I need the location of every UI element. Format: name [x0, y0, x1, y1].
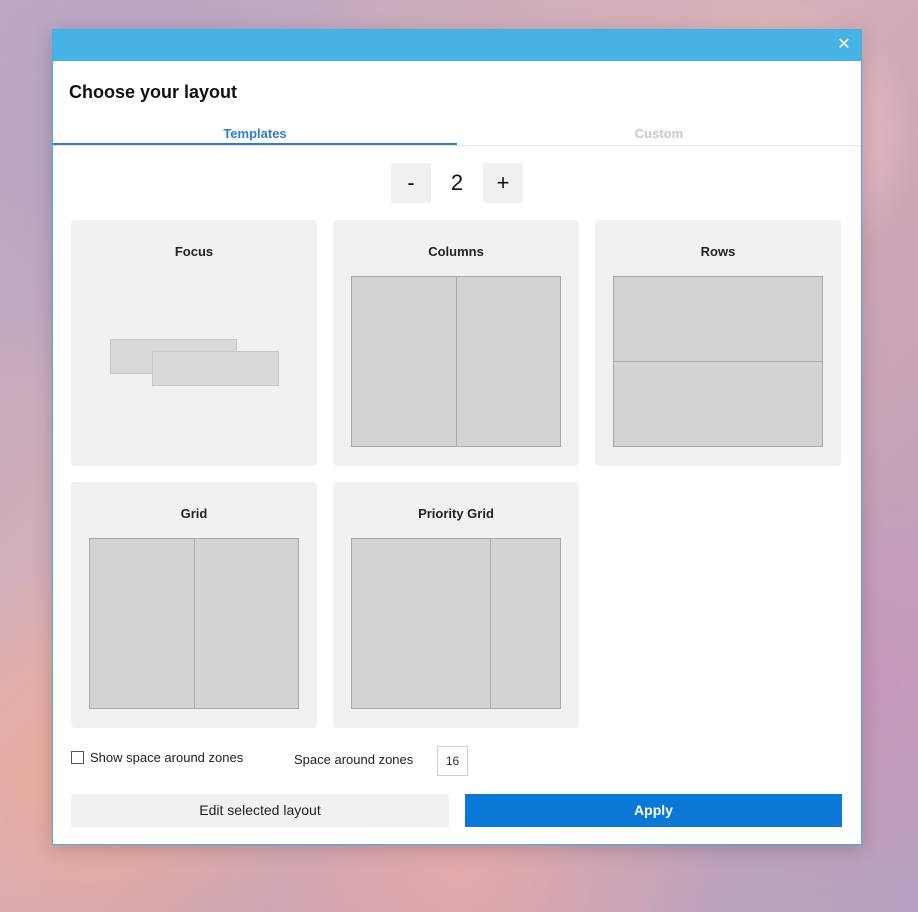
layout-preview: [351, 538, 561, 709]
template-priority-grid[interactable]: Priority Grid: [333, 482, 579, 728]
close-icon[interactable]: ✕: [833, 34, 855, 56]
space-around-zones-input[interactable]: 16: [437, 746, 468, 776]
show-space-label: Show space around zones: [90, 750, 244, 765]
increment-button[interactable]: +: [483, 163, 523, 203]
layout-preview: [613, 276, 823, 447]
zone: [614, 361, 822, 446]
dialog-heading: Choose your layout: [69, 82, 238, 102]
zone: [352, 539, 490, 708]
tab-custom[interactable]: Custom: [457, 124, 861, 145]
zone: [90, 539, 194, 708]
template-rows[interactable]: Rows: [595, 220, 841, 466]
template-grid[interactable]: Grid: [71, 482, 317, 728]
zone: [614, 277, 822, 361]
space-around-zones-label: Space around zones: [294, 752, 414, 767]
zone: [490, 539, 560, 708]
show-space-checkbox[interactable]: [71, 751, 84, 764]
zone-count-stepper: - 2 +: [391, 163, 523, 203]
edit-selected-layout-button[interactable]: Edit selected layout: [71, 794, 449, 827]
layout-editor-dialog: ✕ Choose your layout Templates Custom - …: [52, 29, 862, 845]
tab-templates[interactable]: Templates: [53, 124, 457, 145]
apply-button[interactable]: Apply: [465, 794, 842, 827]
show-space-checkbox-row[interactable]: Show space around zones: [71, 750, 243, 765]
template-title: Columns: [428, 244, 484, 259]
template-title: Grid: [180, 506, 208, 521]
template-title: Priority Grid: [418, 506, 494, 521]
template-title: Focus: [174, 244, 214, 259]
template-title: Rows: [700, 244, 736, 259]
tab-bar: Templates Custom: [53, 124, 861, 146]
focus-zone-front: [152, 351, 279, 386]
title-bar[interactable]: ✕: [53, 30, 861, 61]
zone: [193, 539, 298, 708]
zone: [455, 277, 560, 446]
layout-preview: [89, 538, 299, 709]
zone: [352, 277, 456, 446]
template-columns[interactable]: Columns: [333, 220, 579, 466]
template-focus[interactable]: Focus: [71, 220, 317, 466]
spacing-options: Show space around zones Space around zon…: [71, 746, 851, 776]
decrement-button[interactable]: -: [391, 163, 431, 203]
zone-count-value: 2: [450, 170, 464, 195]
layout-preview: [351, 276, 561, 447]
